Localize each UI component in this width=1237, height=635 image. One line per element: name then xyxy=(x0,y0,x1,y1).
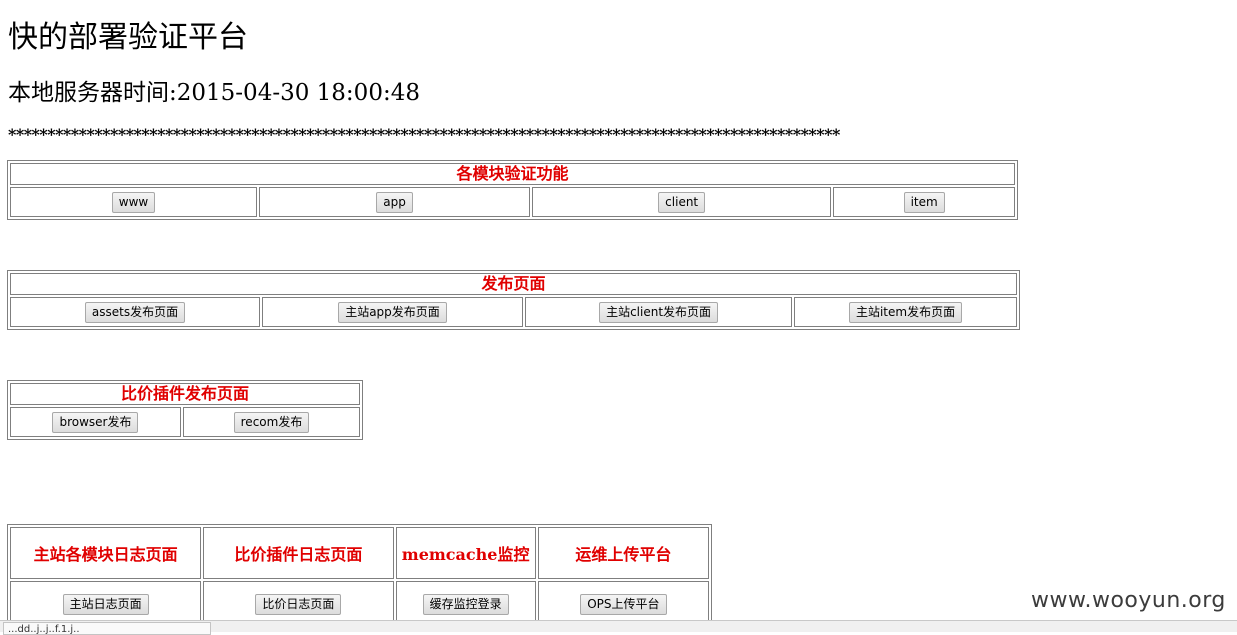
publish-pages-table: 发布页面 assets发布页面 主站app发布页面 主站client发布页面 主… xyxy=(7,270,1020,330)
server-time-value: 2015-04-30 18:00:48 xyxy=(176,80,420,106)
plugin-logs-button[interactable]: 比价日志页面 xyxy=(255,593,342,615)
publish-pages-title: 发布页面 xyxy=(10,273,1017,295)
server-time-label: 本地服务器时间: xyxy=(8,80,177,106)
status-bar-tab: ...dd..j..j..f.1.j.. xyxy=(3,622,211,635)
plugin-publish-table: 比价插件发布页面 browser发布 recom发布 xyxy=(7,380,363,440)
main-logs-header: 主站各模块日志页面 xyxy=(10,527,202,579)
server-time: 本地服务器时间:2015-04-30 18:00:48 xyxy=(8,77,420,109)
item-button[interactable]: item xyxy=(903,191,945,213)
ops-upload-header: 运维上传平台 xyxy=(537,527,709,579)
module-verify-table: 各模块验证功能 www app client item xyxy=(7,160,1018,220)
app-button[interactable]: app xyxy=(376,191,413,213)
ops-upload-button[interactable]: OPS上传平台 xyxy=(580,593,667,615)
plugin-logs-header: 比价插件日志页面 xyxy=(203,527,394,579)
plugin-publish-title: 比价插件发布页面 xyxy=(10,383,360,405)
main-client-publish-button[interactable]: 主站client发布页面 xyxy=(599,301,719,323)
recom-publish-button[interactable]: recom发布 xyxy=(233,411,310,433)
main-item-publish-button[interactable]: 主站item发布页面 xyxy=(848,301,963,323)
main-logs-button[interactable]: 主站日志页面 xyxy=(62,593,149,615)
page-title: 快的部署验证平台 xyxy=(8,20,248,55)
module-verify-title: 各模块验证功能 xyxy=(10,163,1015,185)
www-button[interactable]: www xyxy=(111,191,156,213)
logs-table: 主站各模块日志页面 比价插件日志页面 memcache监控 运维上传平台 主站日… xyxy=(7,524,712,630)
cache-monitor-login-button[interactable]: 缓存监控登录 xyxy=(422,593,509,615)
memcache-monitor-header: memcache监控 xyxy=(395,527,536,579)
assets-publish-button[interactable]: assets发布页面 xyxy=(84,301,186,323)
watermark: www.wooyun.org xyxy=(1031,588,1226,613)
status-bar: ...dd..j..j..f.1.j.. xyxy=(0,620,1237,635)
star-divider: ****************************************… xyxy=(8,125,840,144)
main-app-publish-button[interactable]: 主站app发布页面 xyxy=(338,301,447,323)
client-button[interactable]: client xyxy=(658,191,706,213)
browser-publish-button[interactable]: browser发布 xyxy=(52,411,139,433)
